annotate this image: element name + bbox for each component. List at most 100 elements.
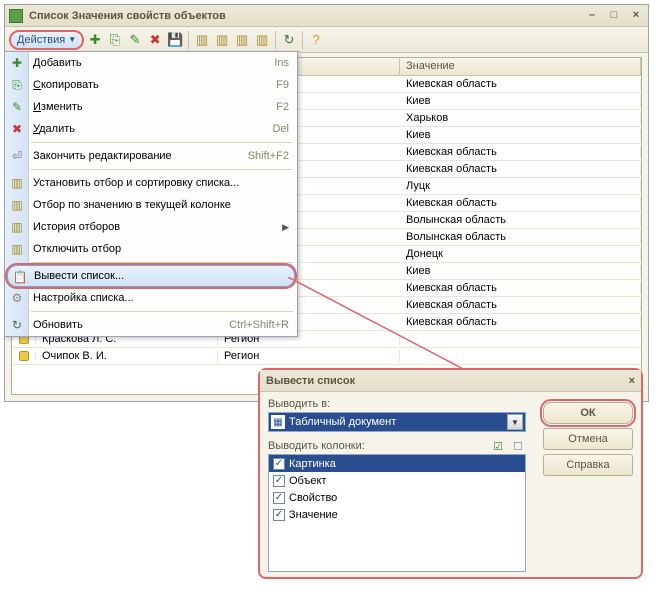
- dialog-close-button[interactable]: ×: [629, 375, 635, 387]
- column-item[interactable]: ✓ Картинка: [269, 455, 525, 472]
- row-value: Харьков: [400, 112, 641, 124]
- menu-add[interactable]: ✚ Добавить Ins: [5, 52, 297, 74]
- cancel-button[interactable]: Отмена: [543, 428, 633, 450]
- menu-add-shortcut: Ins: [274, 57, 289, 69]
- add-icon[interactable]: ✚: [86, 31, 104, 49]
- row-value: Киевская область: [400, 316, 641, 328]
- window-title: Список Значения свойств объектов: [29, 10, 578, 22]
- menu-delete-label: Удалить: [33, 123, 272, 135]
- actions-button[interactable]: Действия ▼: [9, 30, 84, 50]
- close-button[interactable]: ×: [628, 9, 644, 23]
- menu-delete[interactable]: ✖ Удалить Del: [5, 118, 297, 140]
- menu-filtercol[interactable]: ▥ Отбор по значению в текущей колонке: [5, 194, 297, 216]
- add-icon: ✚: [9, 55, 25, 71]
- menu-endedit-shortcut: Shift+F2: [248, 150, 289, 162]
- menu-add-label: Добавить: [33, 57, 274, 69]
- filter1-icon[interactable]: ▥: [193, 31, 211, 49]
- refresh-icon[interactable]: ↻: [280, 31, 298, 49]
- combo-value: Табличный документ: [289, 416, 396, 428]
- filter2-icon[interactable]: ▥: [213, 31, 231, 49]
- columns-listbox[interactable]: ✓ Картинка ✓ Объект ✓ Свойство ✓Значение: [268, 454, 526, 572]
- row-value: Киев: [400, 95, 641, 107]
- menu-separator: [31, 262, 293, 263]
- checkbox[interactable]: ✓: [273, 475, 285, 487]
- delete-icon[interactable]: ✖: [146, 31, 164, 49]
- column-item[interactable]: ✓Значение: [269, 506, 525, 523]
- menu-settings[interactable]: ⚙ Настройка списка...: [5, 287, 297, 309]
- delete-icon: ✖: [9, 121, 25, 137]
- output-combo[interactable]: ▦ Табличный документ ▼: [268, 412, 526, 432]
- column-name: Свойство: [289, 492, 337, 504]
- menu-export[interactable]: 📋 Вывести список...: [7, 265, 295, 287]
- row-object: Очипок В. И.: [36, 350, 218, 362]
- menu-refresh[interactable]: ↻ Обновить Ctrl+Shift+R: [5, 314, 297, 336]
- row-prop: Регион: [218, 350, 400, 362]
- menu-settings-label: Настройка списка...: [33, 292, 289, 304]
- menu-filteroff-label: Отключить отбор: [33, 243, 289, 255]
- row-value: Киевская область: [400, 282, 641, 294]
- row-value: Волынская область: [400, 231, 641, 243]
- filter4-icon[interactable]: ▥: [253, 31, 271, 49]
- row-value: Киевская область: [400, 146, 641, 158]
- menu-filteroff[interactable]: ▥ Отключить отбор: [5, 238, 297, 260]
- filter3-icon[interactable]: ▥: [233, 31, 251, 49]
- menu-history[interactable]: ▥ История отборов ▶: [5, 216, 297, 238]
- menu-edit-label: Изменить: [33, 101, 276, 113]
- menu-delete-shortcut: Del: [272, 123, 289, 135]
- menu-history-label: История отборов: [33, 221, 282, 233]
- checkbox[interactable]: ✓: [273, 492, 285, 504]
- dialog-titlebar: Вывести список ×: [260, 370, 641, 392]
- menu-export-label: Вывести список...: [34, 270, 286, 282]
- column-item[interactable]: ✓ Объект: [269, 472, 525, 489]
- titlebar: Список Значения свойств объектов – □ ×: [5, 5, 648, 27]
- menu-endedit[interactable]: ⏎ Закончить редактирование Shift+F2: [5, 145, 297, 167]
- separator: [188, 31, 189, 49]
- help-icon[interactable]: ?: [307, 31, 325, 49]
- submenu-arrow-icon: ▶: [282, 222, 289, 233]
- menu-separator: [31, 311, 293, 312]
- filtercol-icon: ▥: [9, 197, 25, 213]
- help-button[interactable]: Справка: [543, 454, 633, 476]
- refresh-icon: ↻: [9, 317, 25, 333]
- menu-edit[interactable]: ✎ Изменить F2: [5, 96, 297, 118]
- maximize-button[interactable]: □: [606, 9, 622, 23]
- spreadsheet-icon: ▦: [271, 415, 285, 429]
- save-icon[interactable]: 💾: [166, 31, 184, 49]
- column-name: Картинка: [289, 458, 336, 470]
- columns-header: Выводить колонки: ☑ ☐: [268, 438, 526, 454]
- row-value: Киевская область: [400, 197, 641, 209]
- menu-filter[interactable]: ▥ Установить отбор и сортировку списка..…: [5, 172, 297, 194]
- window-icon: [9, 9, 23, 23]
- separator: [275, 31, 276, 49]
- col-header-value[interactable]: Значение: [400, 58, 641, 75]
- separator: [302, 31, 303, 49]
- row-value: Киевская область: [400, 163, 641, 175]
- chevron-down-icon[interactable]: ▼: [507, 414, 523, 430]
- checkbox[interactable]: ✓: [273, 458, 285, 470]
- menu-refresh-shortcut: Ctrl+Shift+R: [229, 319, 289, 331]
- checkbox[interactable]: ✓: [273, 509, 285, 521]
- filter-icon: ▥: [9, 175, 25, 191]
- ok-button[interactable]: ОК: [543, 402, 633, 424]
- row-value: Киевская область: [400, 299, 641, 311]
- columns-label: Выводить колонки:: [268, 440, 486, 452]
- export-icon: 📋: [12, 269, 28, 285]
- table-row[interactable]: Очипок В. И.Регион: [12, 348, 641, 365]
- uncheck-all-icon[interactable]: ☐: [510, 438, 526, 454]
- menu-endedit-label: Закончить редактирование: [33, 150, 248, 162]
- row-value: Киев: [400, 129, 641, 141]
- history-icon: ▥: [9, 219, 25, 235]
- dialog-title: Вывести список: [266, 375, 355, 387]
- menu-refresh-label: Обновить: [33, 319, 229, 331]
- edit-icon: ✎: [9, 99, 25, 115]
- column-item[interactable]: ✓ Свойство: [269, 489, 525, 506]
- minimize-button[interactable]: –: [584, 9, 600, 23]
- edit-icon[interactable]: ✎: [126, 31, 144, 49]
- filteroff-icon: ▥: [9, 241, 25, 257]
- check-all-icon[interactable]: ☑: [490, 438, 506, 454]
- menu-filtercol-label: Отбор по значению в текущей колонке: [33, 199, 289, 211]
- copy-icon[interactable]: ⎘: [106, 31, 124, 49]
- menu-copy[interactable]: ⎘ Скопировать F9: [5, 74, 297, 96]
- endedit-icon: ⏎: [9, 148, 25, 164]
- column-name: Объект: [289, 475, 326, 487]
